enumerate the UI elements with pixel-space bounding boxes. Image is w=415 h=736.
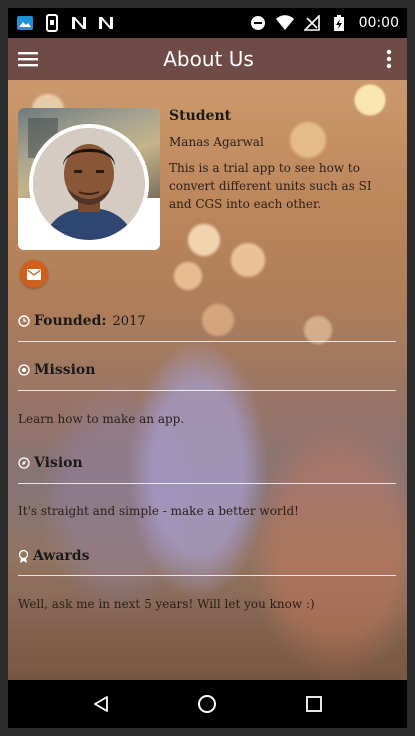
about-content[interactable]: Student Manas Agarwal This is a trial ap… — [8, 80, 407, 680]
mission-label: Mission — [34, 362, 96, 378]
hamburger-menu-button[interactable] — [10, 38, 46, 80]
status-bar-left — [16, 14, 115, 32]
avatar-photo — [33, 128, 145, 240]
home-icon — [198, 695, 217, 713]
home-button[interactable] — [187, 684, 227, 724]
wifi-icon — [275, 14, 294, 32]
divider — [18, 390, 396, 391]
status-bar-right: 00:00 — [249, 14, 399, 32]
founded-year: 2017 — [112, 313, 146, 329]
do-not-disturb-icon — [249, 14, 267, 32]
profile-name: Manas Agarwal — [169, 135, 264, 149]
email-button[interactable] — [20, 260, 48, 288]
target-icon — [18, 364, 30, 376]
profile-role: Student — [169, 108, 232, 124]
photo-notification-icon — [16, 14, 34, 32]
battery-charging-icon — [330, 14, 348, 32]
back-button[interactable] — [81, 684, 121, 724]
status-bar: 00:00 — [8, 8, 407, 38]
profile-description: This is a trial app to see how to conver… — [169, 161, 372, 211]
back-icon — [94, 696, 109, 712]
divider — [18, 575, 396, 576]
award-icon — [18, 549, 29, 563]
founded-heading: Founded: 2017 — [18, 313, 146, 329]
awards-heading: Awards — [18, 548, 89, 564]
page-title: About Us — [163, 47, 254, 71]
clock-icon — [18, 315, 30, 327]
recents-button[interactable] — [294, 684, 334, 724]
clock-time: 00:00 — [358, 15, 399, 31]
compass-icon — [18, 457, 30, 469]
divider — [18, 483, 396, 484]
app-bar: About Us — [8, 38, 407, 80]
vision-label: Vision — [34, 455, 83, 471]
phone-notification-icon — [43, 14, 61, 32]
device-screen: 00:00 About Us Student Manas Agarwal Thi… — [8, 8, 407, 728]
awards-text: Well, ask me in next 5 years! Will let y… — [18, 597, 315, 611]
no-signal-icon — [303, 14, 321, 32]
system-nav-bar — [8, 680, 407, 728]
vision-heading: Vision — [18, 455, 83, 471]
mission-text: Learn how to make an app. — [18, 412, 185, 426]
vision-text: It's straight and simple - make a better… — [18, 504, 299, 518]
n-app-icon — [70, 14, 88, 32]
more-vert-icon — [386, 49, 392, 69]
profile-card — [18, 108, 160, 250]
divider — [18, 341, 396, 342]
hamburger-menu-icon — [18, 52, 38, 67]
recents-icon — [305, 696, 322, 712]
mission-heading: Mission — [18, 362, 95, 378]
email-icon — [27, 268, 41, 280]
more-options-button[interactable] — [371, 38, 407, 80]
awards-label: Awards — [33, 548, 90, 564]
avatar — [29, 124, 149, 244]
n-app-icon — [97, 14, 115, 32]
founded-label: Founded: — [34, 313, 107, 329]
